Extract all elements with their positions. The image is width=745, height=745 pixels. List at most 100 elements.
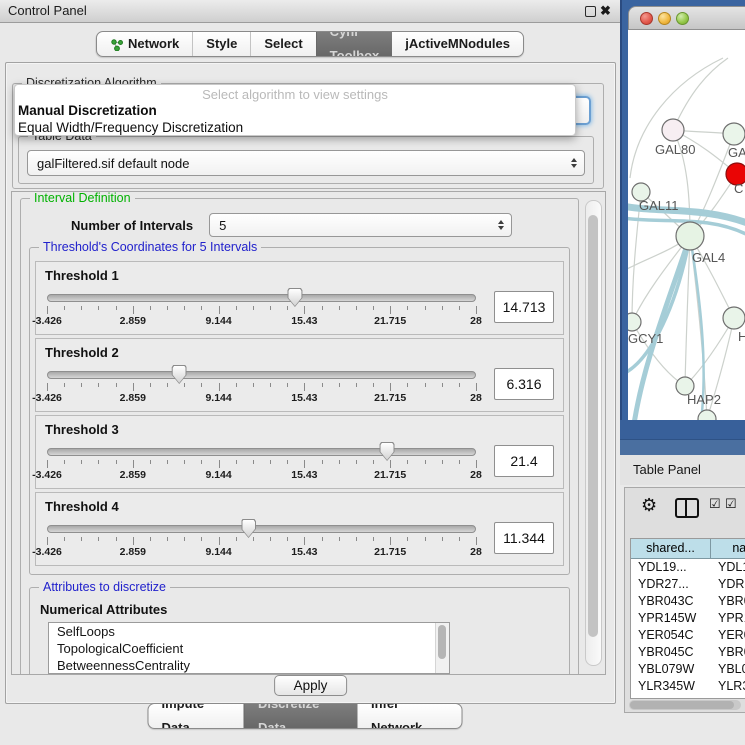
network-window-titlebar[interactable] xyxy=(628,6,745,30)
table-data-group: Table Data galFiltered.sif default node xyxy=(18,136,594,184)
tab-cyni-toolbox[interactable]: Cyni Toolbox xyxy=(316,32,393,56)
node-label-gal80: GAL80 xyxy=(655,142,695,157)
threshold-value-field[interactable] xyxy=(494,445,554,477)
network-node-gal4[interactable] xyxy=(676,222,704,250)
node-label-gcy1: GCY1 xyxy=(628,331,663,346)
column-header-name[interactable]: name xyxy=(711,539,745,559)
attribute-item-topologicalcoefficient[interactable]: TopologicalCoefficient xyxy=(49,640,449,657)
network-canvas[interactable]: GAL80GACGAL11GAL4GCY1HHAP2 xyxy=(628,30,745,420)
table-cell: YBL079W xyxy=(631,661,711,678)
zoom-traffic-icon[interactable] xyxy=(676,12,689,25)
settings-scrollbar[interactable] xyxy=(585,200,602,666)
tab-impute-data[interactable]: Impute Data xyxy=(149,704,244,728)
table-cell: YDR27... xyxy=(631,576,711,593)
node-table[interactable]: shared...name YDL19...YDL19...YDR27...YD… xyxy=(630,538,745,699)
network-node-h[interactable] xyxy=(723,307,745,329)
cyni-toolbox-panel: Discretization Algorithm Table Data galF… xyxy=(5,62,616,704)
table-row-ybr043c[interactable]: YBR043CYBR043C xyxy=(631,593,745,610)
threshold-slider[interactable]: -3.4262.8599.14415.4321.71528 xyxy=(45,287,478,327)
threshold-panel-threshold-1: Threshold 1-3.4262.8599.14415.4321.71528 xyxy=(35,261,564,335)
table-row-ydl19-[interactable]: YDL19...YDL19... xyxy=(631,559,745,576)
tab-select[interactable]: Select xyxy=(250,32,315,56)
threshold-slider[interactable]: -3.4262.8599.14415.4321.71528 xyxy=(45,441,478,481)
checkbox-icon[interactable]: ☑ xyxy=(725,496,737,512)
network-node-gal80[interactable] xyxy=(662,119,684,141)
table-row-ybl079w[interactable]: YBL079WYBL079W xyxy=(631,661,745,678)
algorithm-option-equal-width-frequency-discretization[interactable]: Equal Width/Frequency Discretization xyxy=(15,119,575,136)
node-label-c: C xyxy=(734,181,743,196)
control-panel: Control Panel ✖ Network Style Select Cyni T… xyxy=(0,0,620,745)
table-cell: YBR043C xyxy=(631,593,711,610)
tab-infer-network[interactable]: Infer Network xyxy=(358,704,462,728)
table-header-row: shared...name xyxy=(631,539,745,559)
attribute-item-selfloops[interactable]: SelfLoops xyxy=(49,623,449,640)
slider-track xyxy=(47,525,476,533)
table-panel: ⚙ ☑ ☑ shared...name YDL19...YDL19...YDR2… xyxy=(624,487,745,713)
tab-jactivemnodules[interactable]: jActiveMNodules xyxy=(392,32,523,56)
list-scrollbar[interactable] xyxy=(435,623,449,673)
threshold-coordinates-title: Threshold's Coordinates for 5 Intervals xyxy=(39,240,261,254)
table-cell: YIL052C xyxy=(711,695,745,699)
network-node-gcy1[interactable] xyxy=(628,313,641,331)
table-row-ydr27-[interactable]: YDR27...YDR27... xyxy=(631,576,745,593)
table-row-yer054c[interactable]: YER054CYER054C xyxy=(631,627,745,644)
number-of-intervals-label: Number of Intervals xyxy=(71,218,193,233)
threshold-value-field[interactable] xyxy=(494,291,554,323)
number-of-intervals-combobox[interactable]: 5 xyxy=(209,213,512,237)
slider-ticks xyxy=(47,382,476,391)
slider-tick-labels: -3.4262.8599.14415.4321.71528 xyxy=(47,546,476,557)
table-panel-strip: Table Panel xyxy=(620,455,745,485)
numerical-attributes-list[interactable]: SelfLoopsTopologicalCoefficientBetweenne… xyxy=(48,622,450,674)
network-node-unlabeled[interactable] xyxy=(698,410,716,420)
column-header-shared-[interactable]: shared... xyxy=(631,539,711,559)
slider-ticks xyxy=(47,459,476,468)
network-node-ga[interactable] xyxy=(723,123,745,145)
slider-ticks xyxy=(47,305,476,314)
table-row-yil052c[interactable]: YIL052CYIL052C xyxy=(631,695,745,699)
table-row-ybr045c[interactable]: YBR045CYBR045C xyxy=(631,644,745,661)
tab-label: Network xyxy=(128,32,179,56)
interval-definition-group: Interval Definition Number of Intervals … xyxy=(20,198,579,675)
threshold-panel-threshold-3: Threshold 3-3.4262.8599.14415.4321.71528 xyxy=(35,415,564,489)
tab-discretize-data[interactable]: Discretize Data xyxy=(244,704,358,728)
threshold-value-field[interactable] xyxy=(494,522,554,554)
table-body: YDL19...YDL19...YDR27...YDR27...YBR043CY… xyxy=(631,559,745,699)
tab-label: Infer Network xyxy=(371,703,449,729)
table-row-ypr145w[interactable]: YPR145WYPR145W xyxy=(631,610,745,627)
algorithm-option-manual-discretization[interactable]: Manual Discretization xyxy=(15,102,575,119)
attribute-item-betweennesscentrality[interactable]: BetweennessCentrality xyxy=(49,657,449,674)
table-row-ylr345w[interactable]: YLR345WYLR345W xyxy=(631,678,745,695)
slider-tick-labels: -3.4262.8599.14415.4321.71528 xyxy=(47,392,476,403)
table-cell: YBR045C xyxy=(631,644,711,661)
float-window-icon[interactable] xyxy=(585,6,596,17)
tab-label: Select xyxy=(264,32,302,56)
table-cell: YBR045C xyxy=(711,644,745,661)
threshold-slider[interactable]: -3.4262.8599.14415.4321.71528 xyxy=(45,364,478,404)
tab-network[interactable]: Network xyxy=(97,32,192,56)
tab-label: Discretize Data xyxy=(258,703,345,729)
table-cell: YER054C xyxy=(631,627,711,644)
apply-button[interactable]: Apply xyxy=(274,675,348,696)
checkbox-icon[interactable]: ☑ xyxy=(709,496,721,512)
tab-style[interactable]: Style xyxy=(192,32,250,56)
table-hscrollbar[interactable] xyxy=(629,700,741,710)
tab-label: Cyni Toolbox xyxy=(330,31,380,57)
close-traffic-icon[interactable] xyxy=(640,12,653,25)
threshold-slider[interactable]: -3.4262.8599.14415.4321.71528 xyxy=(45,518,478,558)
columns-icon[interactable] xyxy=(675,498,699,518)
slider-track xyxy=(47,294,476,302)
minimize-traffic-icon[interactable] xyxy=(658,12,671,25)
node-label-hap2: HAP2 xyxy=(687,392,721,407)
close-icon[interactable]: ✖ xyxy=(600,3,611,19)
control-panel-titlebar: Control Panel ✖ xyxy=(0,0,620,23)
control-panel-tabs: Network Style Select Cyni Toolbox jActiveMNo… xyxy=(96,31,524,57)
gear-icon[interactable]: ⚙ xyxy=(641,494,657,516)
network-edge[interactable] xyxy=(630,58,723,178)
network-edge[interactable] xyxy=(673,58,728,130)
table-data-combobox[interactable]: galFiltered.sif default node xyxy=(27,150,585,176)
table-cell: YBL079W xyxy=(711,661,745,678)
cyni-bottom-tabs: Impute Data Discretize Data Infer Network xyxy=(148,703,463,729)
threshold-value-field[interactable] xyxy=(494,368,554,400)
network-frame-bottom xyxy=(620,420,745,439)
spinner-arrows-icon xyxy=(571,158,577,168)
